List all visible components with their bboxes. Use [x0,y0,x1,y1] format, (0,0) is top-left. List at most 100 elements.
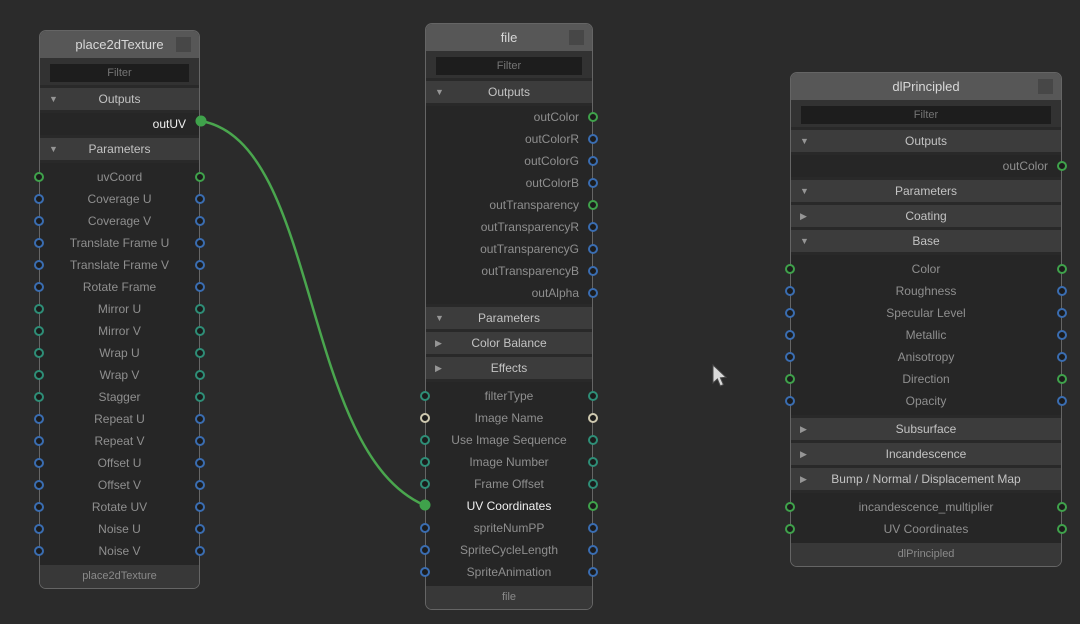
input-port[interactable] [420,391,430,401]
row-frame-offset[interactable]: Frame Offset [426,473,592,495]
output-port[interactable] [195,502,205,512]
section-base[interactable]: Base [791,230,1061,252]
row-outalpha[interactable]: outAlpha [426,282,592,304]
output-port[interactable] [195,348,205,358]
input-port[interactable] [785,308,795,318]
input-port[interactable] [785,502,795,512]
row-spriteanimation[interactable]: SpriteAnimation [426,561,592,583]
input-port[interactable] [34,524,44,534]
output-port[interactable] [195,326,205,336]
expand-triangle-icon[interactable] [435,307,444,329]
input-port[interactable] [34,414,44,424]
row-noise-u[interactable]: Noise U [40,518,199,540]
collapse-triangle-icon[interactable] [800,443,807,465]
input-port[interactable] [34,502,44,512]
node-header[interactable]: file [426,24,592,51]
output-port[interactable] [588,178,598,188]
output-port[interactable] [1057,264,1067,274]
output-port[interactable] [195,194,205,204]
input-port[interactable] [34,326,44,336]
row-translate-frame-v[interactable]: Translate Frame V [40,254,199,276]
input-port[interactable] [34,216,44,226]
expand-triangle-icon[interactable] [800,180,809,202]
section-coating[interactable]: Coating [791,205,1061,227]
output-port[interactable] [195,304,205,314]
row-outuv[interactable]: outUV [40,113,199,135]
output-port[interactable] [195,238,205,248]
input-port[interactable] [34,172,44,182]
output-port[interactable] [195,458,205,468]
section-parameters[interactable]: Parameters [791,180,1061,202]
row-translate-frame-u[interactable]: Translate Frame U [40,232,199,254]
section-parameters[interactable]: Parameters [426,307,592,329]
output-port[interactable] [1057,352,1067,362]
row-rotate-frame[interactable]: Rotate Frame [40,276,199,298]
output-port[interactable] [1057,524,1067,534]
output-port[interactable] [195,260,205,270]
output-port[interactable] [1057,374,1067,384]
row-stagger[interactable]: Stagger [40,386,199,408]
row-outtransparencyg[interactable]: outTransparencyG [426,238,592,260]
expand-triangle-icon[interactable] [435,81,444,103]
section-parameters[interactable]: Parameters [40,138,199,160]
section-outputs[interactable]: Outputs [791,130,1061,152]
node-header[interactable]: dlPrincipled [791,73,1061,100]
row-spritecyclelength[interactable]: SpriteCycleLength [426,539,592,561]
output-port[interactable] [195,480,205,490]
output-port[interactable] [195,172,205,182]
output-port[interactable] [1057,308,1067,318]
row-incandescence-multiplier[interactable]: incandescence_multiplier [791,496,1061,518]
input-port[interactable] [420,545,430,555]
input-port[interactable] [34,194,44,204]
input-port[interactable] [34,480,44,490]
row-noise-v[interactable]: Noise V [40,540,199,562]
row-specular-level[interactable]: Specular Level [791,302,1061,324]
output-port[interactable] [1057,396,1067,406]
row-opacity[interactable]: Opacity [791,390,1061,412]
output-port[interactable] [195,546,205,556]
input-port[interactable] [785,524,795,534]
input-port[interactable] [785,330,795,340]
filter-input[interactable] [436,57,582,75]
output-port[interactable] [588,391,598,401]
output-port[interactable] [195,282,205,292]
row-uvcoord[interactable]: uvCoord [40,166,199,188]
input-port[interactable] [34,546,44,556]
row-direction[interactable]: Direction [791,368,1061,390]
section-outputs[interactable]: Outputs [426,81,592,103]
row-spritenumpp[interactable]: spriteNumPP [426,517,592,539]
section-outputs[interactable]: Outputs [40,88,199,110]
node-swatch[interactable] [176,37,191,52]
row-wrap-u[interactable]: Wrap U [40,342,199,364]
output-port[interactable] [195,436,205,446]
input-port[interactable] [420,479,430,489]
row-uv-coordinates[interactable]: UV Coordinates [791,518,1061,540]
output-port[interactable] [588,288,598,298]
collapse-triangle-icon[interactable] [800,468,807,490]
output-port[interactable] [588,435,598,445]
input-port[interactable] [785,352,795,362]
output-port[interactable] [588,501,598,511]
input-port[interactable] [34,348,44,358]
output-port[interactable] [588,413,598,423]
node-dlprincipled[interactable]: dlPrincipled Outputs outColor Parameters… [790,72,1062,567]
row-image-name[interactable]: Image Name [426,407,592,429]
row-image-number[interactable]: Image Number [426,451,592,473]
input-port[interactable] [34,304,44,314]
output-port[interactable] [588,112,598,122]
output-port[interactable] [1057,330,1067,340]
collapse-triangle-icon[interactable] [800,205,807,227]
output-port[interactable] [588,523,598,533]
section-subsurface[interactable]: Subsurface [791,418,1061,440]
section-bump-normal-displacement[interactable]: Bump / Normal / Displacement Map [791,468,1061,490]
row-outtransparency[interactable]: outTransparency [426,194,592,216]
collapse-triangle-icon[interactable] [435,357,442,379]
row-outcolor[interactable]: outColor [791,155,1061,177]
input-port[interactable] [420,413,430,423]
output-port[interactable] [195,370,205,380]
section-color-balance[interactable]: Color Balance [426,332,592,354]
row-coverage-u[interactable]: Coverage U [40,188,199,210]
input-port[interactable] [34,370,44,380]
connection-wire[interactable] [201,121,424,505]
output-port[interactable] [195,392,205,402]
